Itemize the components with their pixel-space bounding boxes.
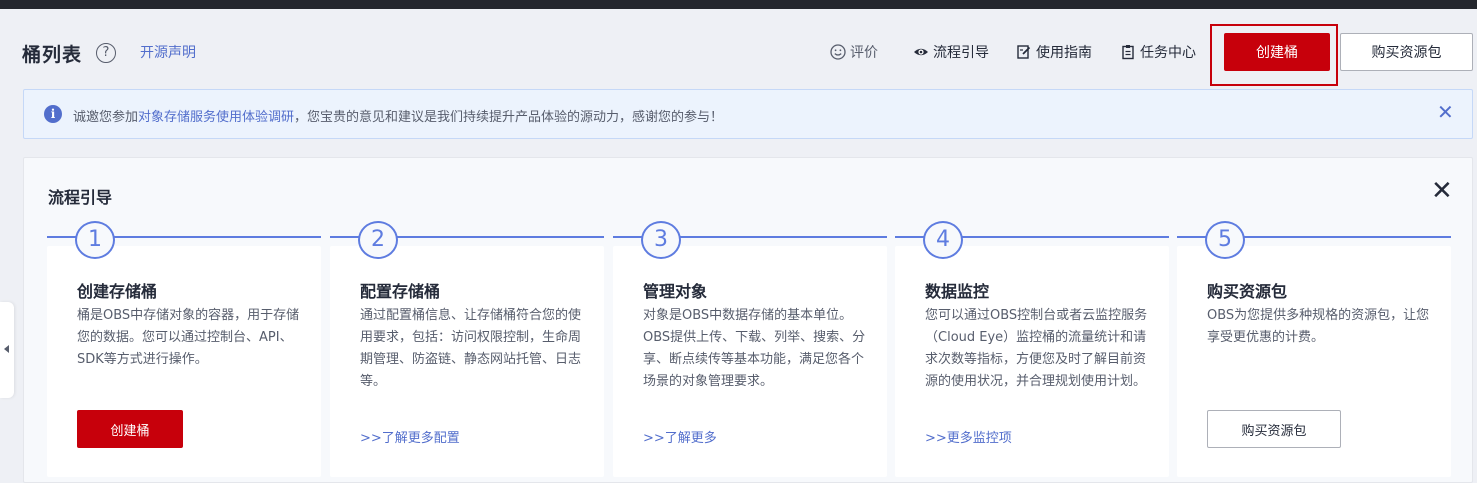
task-center-button[interactable]: 任务中心	[1120, 42, 1196, 62]
buy-resource-package-button[interactable]: 购买资源包	[1340, 33, 1473, 71]
smile-icon	[830, 44, 846, 60]
step-description: 您可以通过OBS控制台或者云监控服务（Cloud Eye）监控桶的流量统计和请求…	[925, 308, 1148, 389]
close-icon[interactable]: ✕	[1431, 178, 1453, 204]
sidebar-collapse-handle[interactable]	[0, 302, 14, 398]
learn-more-config-link[interactable]: >>了解更多配置	[360, 427, 460, 446]
flow-guide-label: 流程引导	[933, 45, 989, 61]
clipboard-icon	[1122, 45, 1134, 60]
flow-guide-panel: 流程引导 ✕ 创建存储桶 桶是OBS中存储对象的容器，用于存储您的数据。您可以通…	[23, 157, 1473, 483]
step-title: 购买资源包	[1207, 282, 1288, 301]
notice-suffix: ，您宝贵的意见和建议是我们持续提升产品体验的源动力，感谢您的参与！	[294, 110, 724, 125]
guide-step-1: 创建存储桶 桶是OBS中存储对象的容器，用于存储您的数据。您可以通过控制台、AP…	[47, 221, 321, 477]
open-source-statement-link[interactable]: 开源声明	[140, 42, 196, 62]
user-guide-label: 使用指南	[1036, 45, 1092, 61]
step-create-bucket-button[interactable]: 创建桶	[77, 410, 183, 448]
step-number: 1	[75, 221, 115, 259]
create-bucket-button[interactable]: 创建桶	[1224, 33, 1330, 71]
more-monitoring-link[interactable]: >>更多监控项	[925, 427, 1012, 446]
step-description: 通过配置桶信息、让存储桶符合您的使用要求，包括：访问权限控制，生命周期管理、防盗…	[360, 308, 582, 389]
caret-left-icon	[4, 345, 9, 353]
guide-step-2: 配置存储桶 通过配置桶信息、让存储桶符合您的使用要求，包括：访问权限控制，生命周…	[330, 221, 604, 477]
rate-label: 评价	[850, 45, 878, 61]
notice-prefix: 诚邀您参加	[73, 110, 139, 125]
guide-step-5: 购买资源包 OBS为您提供多种规格的资源包，让您享受更优惠的计费。 购买资源包 …	[1177, 221, 1451, 477]
close-icon[interactable]: ✕	[1437, 102, 1454, 122]
step-description: 对象是OBS中数据存储的基本单位。OBS提供上传、下载、列举、搜索、分享、断点续…	[643, 308, 866, 389]
page-title: 桶列表	[22, 44, 83, 66]
step-description: 桶是OBS中存储对象的容器，用于存储您的数据。您可以通过控制台、API、SDK等…	[77, 308, 300, 367]
user-guide-button[interactable]: 使用指南	[1016, 42, 1092, 62]
notice-text: 诚邀您参加对象存储服务使用体验调研，您宝贵的意见和建议是我们持续提升产品体验的源…	[73, 106, 723, 125]
step-card: 数据监控 您可以通过OBS控制台或者云监控服务（Cloud Eye）监控桶的流量…	[895, 246, 1169, 477]
step-card: 创建存储桶 桶是OBS中存储对象的容器，用于存储您的数据。您可以通过控制台、AP…	[47, 246, 321, 477]
step-number: 4	[923, 221, 963, 259]
step-title: 创建存储桶	[77, 282, 158, 301]
step-card: 购买资源包 OBS为您提供多种规格的资源包，让您享受更优惠的计费。 购买资源包	[1177, 246, 1451, 477]
info-icon: i	[44, 105, 62, 123]
survey-link[interactable]: 对象存储服务使用体验调研	[138, 110, 294, 125]
rate-button[interactable]: 评价	[830, 42, 878, 62]
step-description: OBS为您提供多种规格的资源包，让您享受更优惠的计费。	[1207, 308, 1430, 345]
step-number: 2	[358, 221, 398, 259]
survey-notice-banner: i 诚邀您参加对象存储服务使用体验调研，您宝贵的意见和建议是我们持续提升产品体验…	[23, 89, 1473, 139]
step-number: 5	[1205, 221, 1245, 259]
edit-doc-icon	[1017, 45, 1031, 59]
learn-more-link[interactable]: >>了解更多	[643, 427, 717, 446]
guide-title: 流程引导	[48, 188, 113, 207]
page-header: 桶列表 ? 开源声明 评价 流程引导 使用指南 任务中心 创建桶 购买资源包	[0, 9, 1477, 86]
question-circle-icon[interactable]: ?	[96, 43, 116, 63]
step-card: 配置存储桶 通过配置桶信息、让存储桶符合您的使用要求，包括：访问权限控制，生命周…	[330, 246, 604, 477]
step-card: 管理对象 对象是OBS中数据存储的基本单位。OBS提供上传、下载、列举、搜索、分…	[613, 246, 887, 477]
step-title: 数据监控	[925, 282, 990, 301]
task-center-label: 任务中心	[1140, 45, 1196, 61]
bucket-list-page: 桶列表 ? 开源声明 评价 流程引导 使用指南 任务中心 创建桶 购买资源包 i…	[0, 9, 1477, 483]
step-buy-resource-package-button[interactable]: 购买资源包	[1207, 410, 1341, 448]
step-number: 3	[641, 221, 681, 259]
top-nav-bar	[0, 0, 1477, 9]
step-title: 管理对象	[643, 282, 708, 301]
eye-icon	[914, 48, 928, 56]
guide-step-4: 数据监控 您可以通过OBS控制台或者云监控服务（Cloud Eye）监控桶的流量…	[895, 221, 1169, 477]
flow-guide-button[interactable]: 流程引导	[913, 42, 989, 62]
guide-step-3: 管理对象 对象是OBS中数据存储的基本单位。OBS提供上传、下载、列举、搜索、分…	[613, 221, 887, 477]
step-title: 配置存储桶	[360, 282, 441, 301]
